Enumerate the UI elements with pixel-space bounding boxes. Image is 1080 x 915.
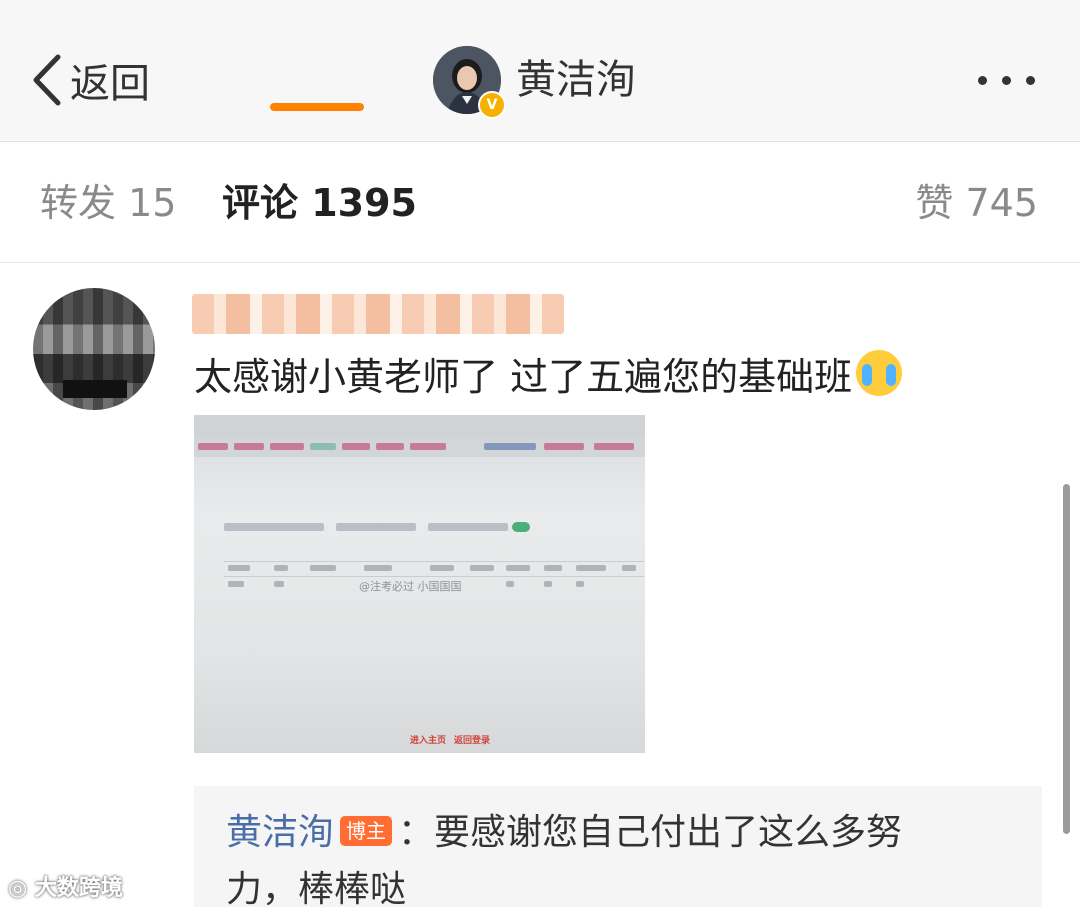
- back-label: 返回: [70, 61, 150, 107]
- tab-likes[interactable]: 赞 745: [915, 178, 1038, 228]
- photo-filters: [224, 518, 554, 538]
- page-title: 黄洁洵: [516, 57, 636, 103]
- back-button[interactable]: 返回: [30, 52, 150, 108]
- commenter-name-blurred[interactable]: [192, 294, 564, 334]
- reply-text: ：要感谢您自己付出了这么多努: [398, 812, 903, 853]
- reply-line-1: 黄洁洵 博主 ：要感谢您自己付出了这么多努: [226, 808, 902, 858]
- more-dots-icon[interactable]: [978, 72, 1046, 88]
- photo-links: 进入主页 返回登录: [410, 733, 498, 746]
- comment-text: 太感谢小黄老师了 过了五遍您的基础班: [194, 350, 903, 403]
- blogger-badge: 博主: [340, 816, 393, 846]
- weibo-logo-icon: ◎: [8, 876, 28, 901]
- tab-forward[interactable]: 转发 15: [40, 178, 176, 228]
- photo-link-home: 进入主页: [410, 736, 447, 746]
- photo-search-button: [512, 522, 530, 532]
- photo-link-login: 返回登录: [454, 736, 491, 746]
- commenter-avatar[interactable]: [33, 288, 155, 410]
- comment-photo[interactable]: @注考必过 小国国国 进入主页 返回登录: [194, 415, 645, 753]
- photo-url-bar: [194, 415, 645, 437]
- crying-face-icon: [856, 350, 903, 396]
- photo-bookmarks: [194, 437, 645, 457]
- site-watermark: ◎ 大数跨境: [8, 870, 123, 902]
- comment-body: 太感谢小黄老师了 过了五遍您的基础班: [194, 355, 853, 399]
- reply-author-link[interactable]: 黄洁洵: [226, 812, 334, 853]
- photo-watermark: @注考必过 小国国国: [359, 580, 462, 593]
- watermark-text: 大数跨境: [34, 876, 123, 901]
- photo-table-header: [224, 561, 644, 577]
- scrollbar[interactable]: [1063, 484, 1070, 834]
- verified-badge-icon: V: [478, 91, 506, 119]
- tab-comments[interactable]: 评论 1395: [222, 178, 417, 228]
- reply-text-continued: 力，棒棒哒: [226, 869, 407, 910]
- tab-bar: 转发 15 评论 1395 赞 745: [0, 142, 1080, 263]
- chevron-left-icon: [33, 54, 61, 106]
- active-tab-indicator: [270, 103, 364, 111]
